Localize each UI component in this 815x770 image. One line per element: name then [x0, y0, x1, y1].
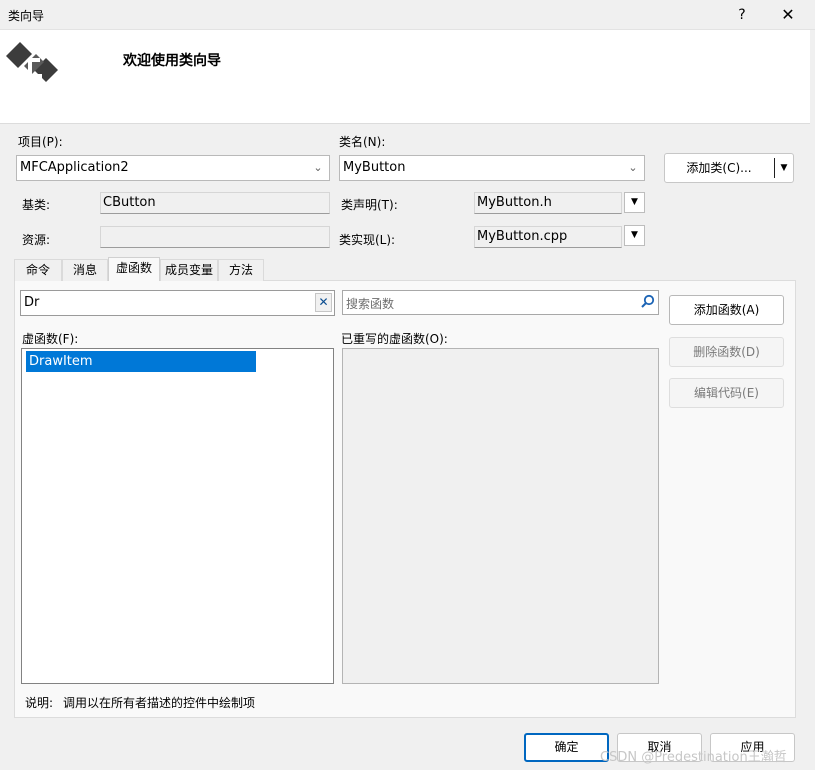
- filter-input[interactable]: Dr: [20, 290, 335, 316]
- list-item[interactable]: DrawItem: [26, 351, 256, 372]
- title-bar: [0, 0, 815, 30]
- tab-commands[interactable]: 命令: [14, 259, 62, 281]
- classname-value: MyButton: [343, 160, 406, 175]
- close-button[interactable]: ✕: [774, 3, 802, 27]
- wizard-header: [0, 30, 810, 124]
- resource-label: 资源:: [22, 233, 51, 247]
- chevron-down-icon: ⌄: [628, 161, 638, 174]
- class-wizard-icon: [4, 36, 60, 90]
- class-impl-label: 类实现(L):: [339, 233, 396, 247]
- welcome-title: 欢迎使用类向导: [123, 53, 221, 69]
- virtual-functions-list[interactable]: [21, 348, 334, 684]
- search-input[interactable]: 搜索函数: [342, 290, 659, 315]
- base-class-label: 基类:: [22, 198, 51, 212]
- overridden-functions-label: 已重写的虚函数(O):: [341, 332, 448, 346]
- clear-x-icon[interactable]: ✕: [315, 293, 332, 312]
- add-function-button[interactable]: 添加函数(A): [669, 295, 784, 325]
- search-icon[interactable]: [640, 294, 656, 310]
- help-button[interactable]: ?: [729, 3, 755, 27]
- description-label: 说明:: [25, 696, 54, 710]
- edit-code-button[interactable]: 编辑代码(E): [669, 378, 784, 408]
- watermark-text: CSDN @Predestination王瀚哲: [600, 750, 787, 765]
- delete-function-button[interactable]: 删除函数(D): [669, 337, 784, 367]
- filter-value: Dr: [24, 295, 40, 310]
- tab-methods[interactable]: 方法: [218, 259, 264, 281]
- class-decl-dropdown-icon[interactable]: ▼: [624, 192, 645, 213]
- project-combobox[interactable]: MFCApplication2 ⌄: [16, 155, 330, 181]
- tab-member-variables[interactable]: 成员变量: [160, 259, 218, 281]
- class-impl-field: MyButton.cpp: [474, 226, 622, 248]
- tab-messages[interactable]: 消息: [62, 259, 108, 281]
- classname-combobox[interactable]: MyButton ⌄: [339, 155, 645, 181]
- class-decl-label: 类声明(T):: [341, 198, 398, 212]
- classname-label: 类名(N):: [339, 135, 386, 149]
- class-impl-dropdown-icon[interactable]: ▼: [624, 225, 645, 246]
- resource-field: [100, 226, 330, 248]
- virtual-functions-label: 虚函数(F):: [22, 332, 79, 346]
- window-title: 类向导: [8, 9, 45, 23]
- search-placeholder: 搜索函数: [346, 297, 395, 311]
- base-class-field: CButton: [100, 192, 330, 214]
- project-value: MFCApplication2: [20, 160, 129, 175]
- project-label: 项目(P):: [18, 135, 63, 149]
- overridden-functions-list[interactable]: [342, 348, 659, 684]
- ok-button[interactable]: 确定: [524, 733, 609, 762]
- description-text: 调用以在所有者描述的控件中绘制项: [63, 696, 256, 710]
- chevron-down-icon: ⌄: [313, 161, 323, 174]
- add-class-dropdown-icon[interactable]: ▼: [775, 154, 793, 182]
- tab-virtual-functions[interactable]: 虚函数: [108, 257, 160, 281]
- class-decl-field: MyButton.h: [474, 192, 622, 214]
